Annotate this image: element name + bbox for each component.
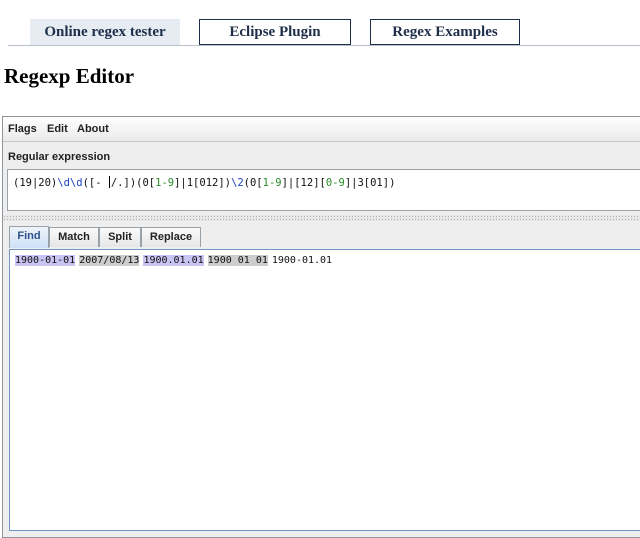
regex-token: ]|3[01]) xyxy=(344,177,396,189)
result-text: 1900-01-01 2007/08/13 1900.01.01 1900 01 01… xyxy=(15,255,332,266)
test-text-area[interactable]: 1900-01-01 2007/08/13 1900.01.01 1900 01 01… xyxy=(9,249,640,531)
regex-token: ]|[12][ xyxy=(281,177,326,189)
menu-flags[interactable]: Flags xyxy=(8,123,37,135)
split-pane-divider[interactable] xyxy=(3,215,640,221)
tab-find[interactable]: Find xyxy=(9,226,49,248)
menu-about[interactable]: About xyxy=(77,123,109,135)
page-title: Regexp Editor xyxy=(4,64,135,88)
mode-tabs: Find Match Split Replace xyxy=(9,226,640,249)
regex-token: 0-9 xyxy=(325,177,345,189)
regex-label: Regular expression xyxy=(8,151,111,163)
nav-tab-online-regex-tester[interactable]: Online regex tester xyxy=(30,19,180,45)
result-match: 2007/08/13 xyxy=(79,255,140,266)
regex-token: (0[ xyxy=(243,177,263,189)
nav-tab-eclipse-plugin[interactable]: Eclipse Plugin xyxy=(199,19,351,45)
tab-split[interactable]: Split xyxy=(99,227,141,247)
regex-token: 1-9 xyxy=(262,177,282,189)
menu-bar: Flags Edit About xyxy=(3,117,640,142)
regex-text: (19|20)\d\d([- /.])(0[1-9]|1[012])\2(0[1… xyxy=(13,176,395,189)
tab-replace[interactable]: Replace xyxy=(141,227,201,247)
tab-match[interactable]: Match xyxy=(49,227,99,247)
regex-token: ])(0[ xyxy=(123,177,156,189)
regex-token: /. xyxy=(110,177,124,189)
regex-token: ([- xyxy=(82,177,108,189)
top-navigation: Online regex tester Eclipse Plugin Regex… xyxy=(8,15,640,46)
menu-edit[interactable]: Edit xyxy=(47,123,68,135)
regex-input[interactable]: (19|20)\d\d([- /.])(0[1-9]|1[012])\2(0[1… xyxy=(7,169,640,211)
regex-token: 1-9 xyxy=(155,177,175,189)
result-match: 1900 01 01 xyxy=(207,255,268,266)
result-match: 1900.01.01 xyxy=(143,255,204,266)
regex-token: ]|1[012]) xyxy=(174,177,231,189)
regexp-editor-applet: Flags Edit About Regular expression (19|… xyxy=(2,116,640,538)
result-match: 1900-01-01 xyxy=(15,255,76,266)
result-nonmatch: 1900-01.01 xyxy=(271,255,333,266)
regex-token: (19|20) xyxy=(13,177,58,189)
regex-token: \d\d xyxy=(57,177,83,189)
regex-token: \2 xyxy=(231,177,244,189)
text-caret xyxy=(108,176,110,188)
nav-tab-regex-examples[interactable]: Regex Examples xyxy=(370,19,520,45)
